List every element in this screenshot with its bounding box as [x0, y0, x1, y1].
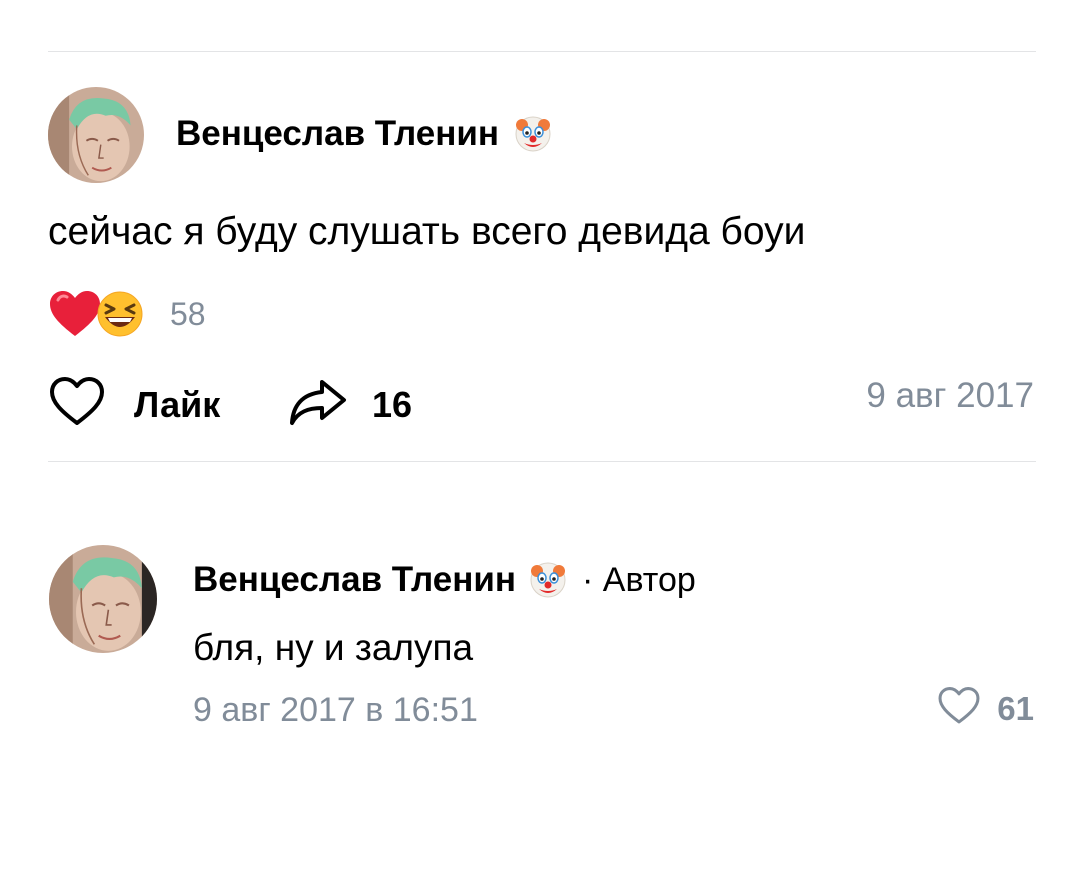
post-actions: Лайк 16 9 авг 2017 — [48, 376, 1036, 428]
post-author-avatar[interactable] — [48, 87, 144, 183]
avatar-image — [48, 87, 144, 183]
like-label: Лайк — [134, 383, 221, 425]
comments-divider — [48, 461, 1036, 462]
comment-like-count: 61 — [997, 689, 1034, 727]
author-tag: · Автор — [582, 561, 696, 599]
comment-like-button[interactable]: 61 — [937, 686, 1034, 731]
like-button[interactable]: Лайк — [48, 376, 220, 433]
post-page: Венцеслав Тленин сейчас я буду слушать в… — [0, 0, 1084, 890]
share-count: 16 — [372, 383, 413, 425]
clown-face-icon — [528, 560, 568, 600]
red-heart-icon — [48, 290, 102, 338]
comment-author-avatar[interactable] — [49, 545, 157, 653]
reaction-count: 58 — [170, 296, 206, 332]
post-reactions[interactable]: 58 — [48, 290, 206, 338]
share-arrow-icon — [288, 376, 348, 433]
laughing-face-icon — [96, 290, 144, 338]
post-text: сейчас я буду слушать всего девида боуи — [48, 210, 806, 253]
post-date[interactable]: 9 авг 2017 — [866, 376, 1034, 416]
share-button[interactable]: 16 — [288, 376, 412, 433]
post-author[interactable]: Венцеслав Тленин — [176, 112, 553, 156]
heart-outline-icon — [937, 686, 981, 731]
comment-date[interactable]: 9 авг 2017 в 16:51 — [193, 690, 478, 730]
top-divider — [48, 51, 1036, 52]
avatar-image — [49, 545, 157, 653]
comment-text: бля, ну и залупа — [193, 627, 474, 668]
post-author-name[interactable]: Венцеслав Тленин — [176, 112, 499, 156]
clown-face-icon — [513, 114, 553, 154]
comment-author-name[interactable]: Венцеслав Тленин — [193, 558, 516, 602]
heart-outline-icon — [48, 376, 106, 433]
comment-author[interactable]: Венцеслав Тленин · Автор — [193, 558, 696, 602]
